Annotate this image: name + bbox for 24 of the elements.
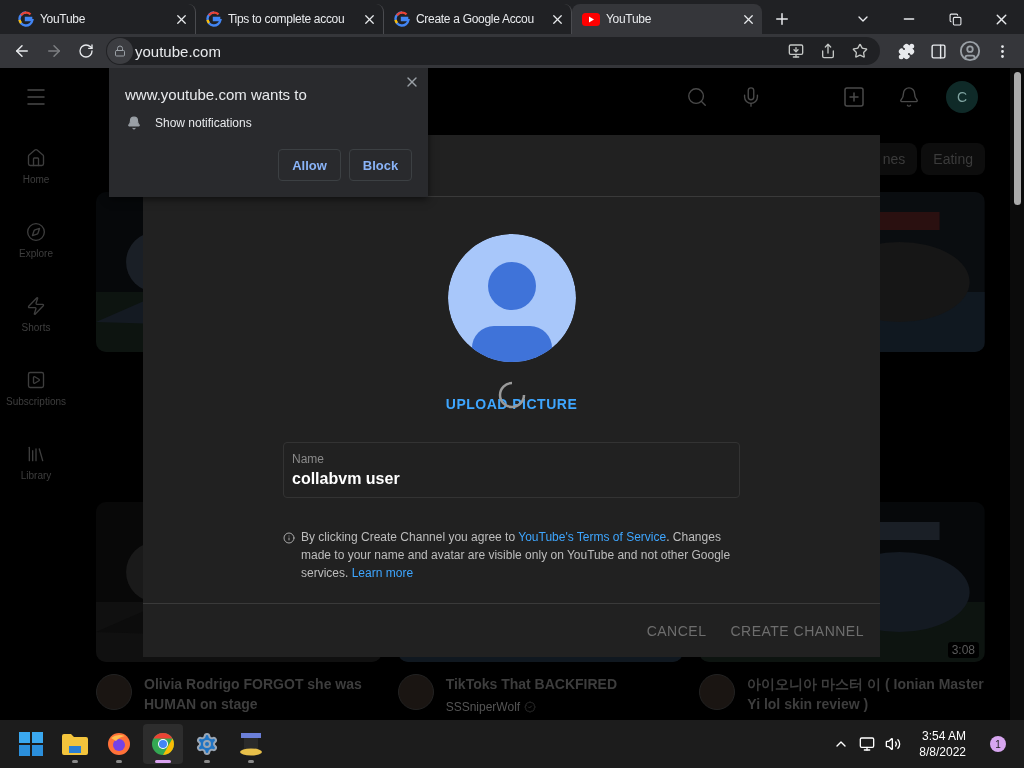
- name-field[interactable]: Name collabvm user: [283, 442, 740, 498]
- address-bar[interactable]: youtube.com: [106, 37, 880, 65]
- create-channel-button[interactable]: CREATE CHANNEL: [722, 614, 872, 647]
- cancel-button[interactable]: CANCEL: [638, 614, 715, 647]
- time-text: 3:54 AM: [921, 728, 966, 744]
- clock[interactable]: 3:54 AM 8/8/2022: [919, 728, 966, 760]
- browser-tab[interactable]: YouTube: [572, 4, 762, 34]
- account-avatar[interactable]: C: [946, 81, 978, 113]
- guide-label: Subscriptions: [6, 396, 66, 407]
- permission-button[interactable]: Block: [349, 149, 412, 181]
- field-label: Name: [292, 452, 325, 466]
- learn-more-link[interactable]: Learn more: [351, 566, 414, 580]
- popup-title: www.youtube.com wants to: [125, 86, 308, 103]
- name-input[interactable]: collabvm user: [292, 470, 731, 488]
- upload-picture-button[interactable]: UPLOAD PICTURE: [441, 392, 582, 416]
- date-text: 8/8/2022: [919, 744, 966, 760]
- disclaimer-text: By clicking Create Channel you agree to YouTube's Terms of Service. Changes made to your name and avatar are visible only on YouTube and not other Google services. Learn more: [301, 529, 732, 582]
- permission-label: Show notifications: [155, 116, 252, 130]
- guide-label: Shorts: [21, 322, 51, 333]
- video-duration: 3:08: [947, 642, 979, 658]
- guide-label: Home: [22, 174, 50, 185]
- notification-badge[interactable]: 1: [990, 736, 1006, 752]
- permission-button[interactable]: Allow: [278, 149, 341, 181]
- guide-label: Explore: [19, 248, 53, 259]
